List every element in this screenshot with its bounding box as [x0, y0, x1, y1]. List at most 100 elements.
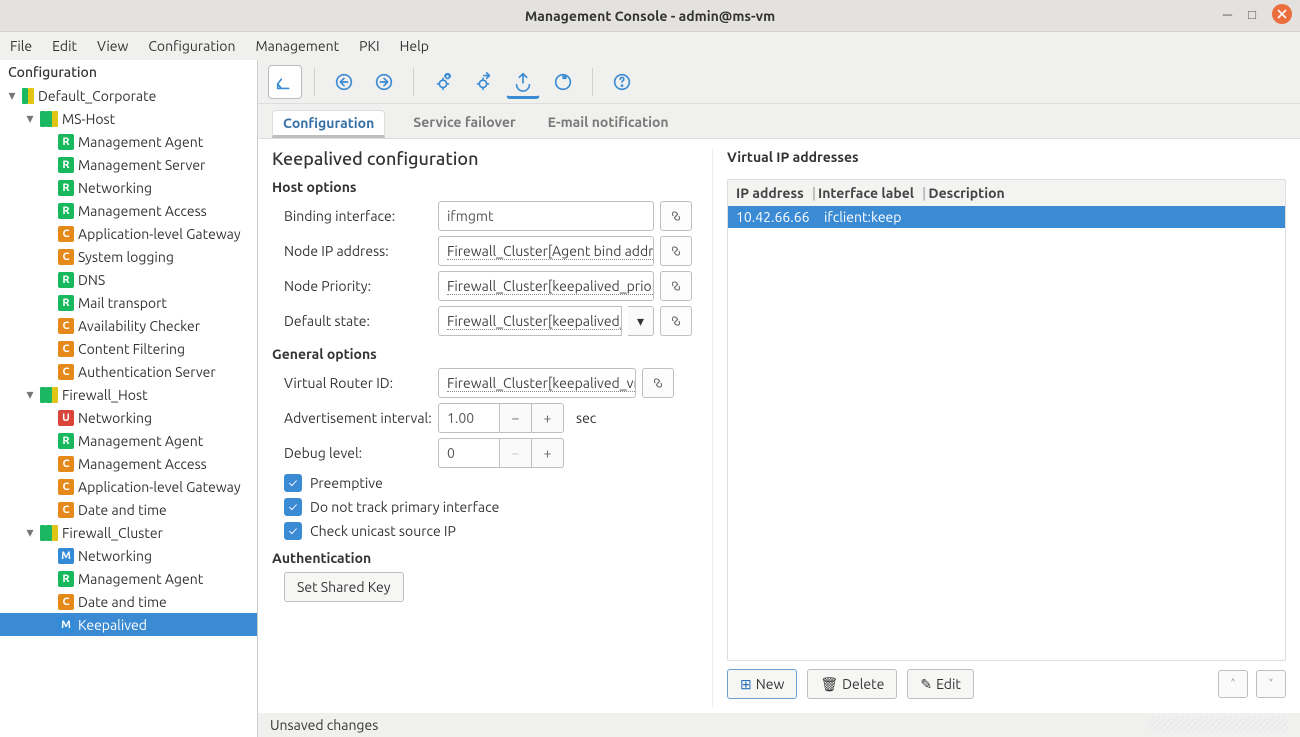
page-title: Keepalived configuration — [272, 149, 692, 169]
label-vrid: Virtual Router ID: — [272, 375, 432, 391]
toolbar-sync-config-button[interactable] — [466, 65, 500, 99]
tree-item[interactable]: RManagement Agent — [0, 429, 257, 452]
edit-button[interactable]: ✎ Edit — [907, 669, 974, 699]
config-tree[interactable]: ▾Default_Corporate▾MS-HostRManagement Ag… — [0, 84, 257, 737]
tree-item[interactable]: CManagement Access — [0, 452, 257, 475]
toolbar-help-button[interactable] — [605, 65, 639, 99]
label-default-state: Default state: — [272, 313, 432, 329]
increment-debug-level[interactable]: + — [532, 438, 564, 468]
toolbar-pull-button[interactable] — [327, 65, 361, 99]
increment-adv-interval[interactable]: + — [532, 403, 564, 433]
new-button[interactable]: ⊞ New — [727, 669, 797, 699]
select-default-state[interactable]: Firewall_Cluster[keepalived_state] — [438, 306, 622, 336]
tree-item[interactable]: CSystem logging — [0, 245, 257, 268]
tree-item[interactable]: ▾Default_Corporate — [0, 84, 257, 107]
input-node-priority[interactable]: Firewall_Cluster[keepalived_priority] — [438, 271, 654, 301]
tree-item[interactable]: RNetworking — [0, 176, 257, 199]
checkbox-notrack[interactable]: ✓ — [284, 498, 302, 516]
input-debug-level[interactable]: 0 — [438, 438, 500, 468]
minimize-button[interactable]: ─ — [1223, 7, 1232, 22]
move-up-button[interactable]: ˄ — [1218, 670, 1248, 698]
checkbox-preemptive-row[interactable]: ✓ Preemptive — [272, 474, 692, 492]
tree-item[interactable]: RManagement Agent — [0, 130, 257, 153]
tree-item[interactable]: RManagement Access — [0, 199, 257, 222]
menu-pki[interactable]: PKI — [359, 38, 379, 54]
tree-item[interactable]: MNetworking — [0, 544, 257, 567]
link-button-node-priority[interactable] — [660, 271, 692, 301]
label-binding-interface: Binding interface: — [272, 208, 432, 224]
menu-help[interactable]: Help — [400, 38, 429, 54]
tab-configuration[interactable]: Configuration — [272, 110, 385, 138]
link-button-node-ip[interactable] — [660, 236, 692, 266]
link-button-vrid[interactable] — [642, 368, 674, 398]
vip-table-header: IP address| Interface label| Description — [728, 180, 1285, 206]
toolbar — [258, 60, 1300, 104]
tree-item-label: DNS — [78, 272, 105, 288]
set-shared-key-button[interactable]: Set Shared Key — [284, 572, 404, 602]
tree-item[interactable]: CApplication-level Gateway — [0, 475, 257, 498]
toolbar-upload-button[interactable] — [506, 65, 540, 99]
tree-item[interactable]: CApplication-level Gateway — [0, 222, 257, 245]
input-vrid[interactable]: Firewall_Cluster[keepalived_vrid] — [438, 368, 636, 398]
menu-configuration[interactable]: Configuration — [148, 38, 235, 54]
move-down-button[interactable]: ˅ — [1256, 670, 1286, 698]
tree-item[interactable]: CContent Filtering — [0, 337, 257, 360]
toolbar-view-config-button[interactable] — [426, 65, 460, 99]
component-badge-icon: C — [58, 364, 74, 380]
tree-item[interactable]: RManagement Agent — [0, 567, 257, 590]
toolbar-separator — [592, 68, 593, 96]
expand-icon[interactable]: ▾ — [24, 386, 36, 403]
component-badge-icon: C — [58, 502, 74, 518]
decrement-debug-level[interactable]: − — [500, 438, 532, 468]
tab-email-notification[interactable]: E-mail notification — [544, 110, 673, 138]
delete-button[interactable]: 🗑 Delete — [807, 669, 897, 699]
resize-grip[interactable] — [1148, 717, 1288, 733]
tree-item[interactable]: RMail transport — [0, 291, 257, 314]
vip-col-desc[interactable]: Description — [928, 185, 1010, 201]
checkbox-unicast[interactable]: ✓ — [284, 522, 302, 540]
label-sec: sec — [576, 410, 596, 426]
tree-item[interactable]: CAuthentication Server — [0, 360, 257, 383]
tree-item[interactable]: MKeepalived — [0, 613, 257, 636]
vip-row[interactable]: 10.42.66.66 ifclient:keep — [728, 206, 1285, 228]
vip-table[interactable]: IP address| Interface label| Description… — [727, 179, 1286, 661]
input-adv-interval[interactable]: 1.00 — [438, 403, 500, 433]
tree-item[interactable]: RDNS — [0, 268, 257, 291]
menu-edit[interactable]: Edit — [52, 38, 77, 54]
tree-item[interactable]: RManagement Server — [0, 153, 257, 176]
tree-item[interactable]: CAvailability Checker — [0, 314, 257, 337]
toolbar-push-button[interactable] — [367, 65, 401, 99]
close-button[interactable] — [1272, 4, 1292, 24]
decrement-adv-interval[interactable]: − — [500, 403, 532, 433]
checkbox-preemptive[interactable]: ✓ — [284, 474, 302, 492]
menu-view[interactable]: View — [97, 38, 128, 54]
plus-icon: ⊞ — [740, 676, 752, 693]
link-button-binding-interface[interactable] — [660, 201, 692, 231]
host-icon — [40, 111, 58, 127]
tree-item-label: Mail transport — [78, 295, 167, 311]
toolbar-refresh-button[interactable] — [546, 65, 580, 99]
tree-item[interactable]: CDate and time — [0, 498, 257, 521]
maximize-button[interactable]: □ — [1248, 7, 1256, 22]
checkbox-unicast-row[interactable]: ✓ Check unicast source IP — [272, 522, 692, 540]
component-badge-icon: R — [58, 295, 74, 311]
tree-item[interactable]: ▾MS-Host — [0, 107, 257, 130]
menu-file[interactable]: File — [10, 38, 32, 54]
tree-item[interactable]: ▾Firewall_Cluster — [0, 521, 257, 544]
tree-item[interactable]: UNetworking — [0, 406, 257, 429]
tree-item[interactable]: CDate and time — [0, 590, 257, 613]
vip-col-iflabel[interactable]: Interface label — [818, 185, 920, 201]
link-button-default-state[interactable] — [660, 306, 692, 336]
input-node-ip[interactable]: Firewall_Cluster[Agent bind address] — [438, 236, 654, 266]
tab-service-failover[interactable]: Service failover — [409, 110, 519, 138]
expand-icon[interactable]: ▾ — [6, 87, 18, 104]
dropdown-default-state[interactable]: ▾ — [628, 306, 654, 336]
expand-icon[interactable]: ▾ — [24, 524, 36, 541]
checkbox-notrack-row[interactable]: ✓ Do not track primary interface — [272, 498, 692, 516]
tree-item[interactable]: ▾Firewall_Host — [0, 383, 257, 406]
input-binding-interface[interactable]: ifmgmt — [438, 201, 654, 231]
vip-col-ip[interactable]: IP address — [736, 185, 810, 201]
menu-management[interactable]: Management — [255, 38, 339, 54]
toolbar-up-button[interactable] — [268, 65, 302, 99]
expand-icon[interactable]: ▾ — [24, 110, 36, 127]
